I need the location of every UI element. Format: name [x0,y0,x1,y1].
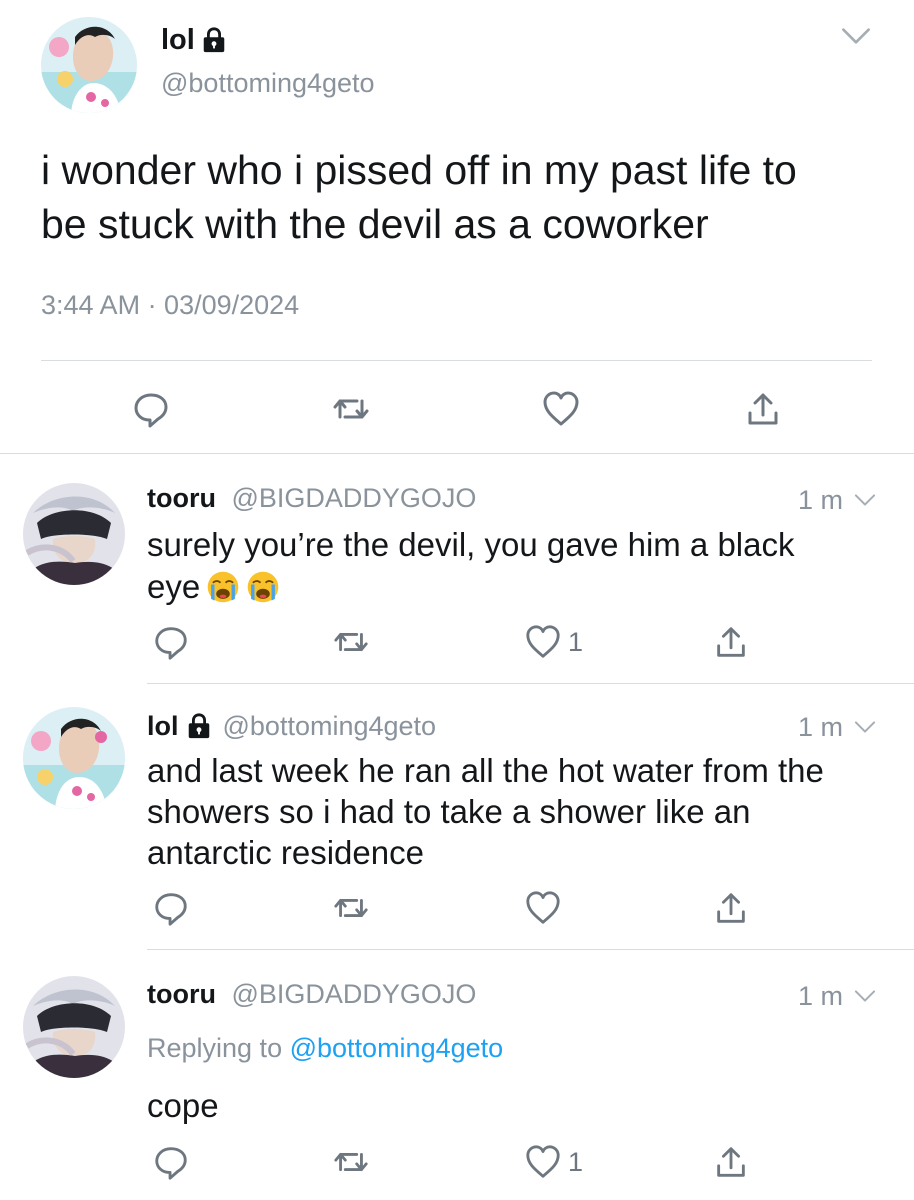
chevron-down-icon[interactable] [850,983,880,1009]
reply-icon[interactable] [131,389,171,429]
display-name[interactable]: lol [161,24,195,57]
reply-time: 1 m [798,712,844,742]
like-count: 1 [568,1146,584,1177]
share-icon[interactable] [712,623,750,661]
loudly-crying-face-icon [206,570,240,604]
reply-header: tooru @BIGDADDYGOJO [147,979,476,1010]
replying-to: Replying to @bottoming4geto [147,1033,503,1064]
reply-text-line: showers so i had to take a shower like a… [147,793,751,830]
handle[interactable]: @bottoming4geto [223,711,437,742]
like-count: 1 [568,626,584,657]
reply-time: 1 m [798,981,844,1011]
retweet-icon[interactable] [332,1143,370,1181]
reply-text-line-2: eye [147,566,795,608]
reply-text: cope [147,1087,219,1124]
avatar-reply[interactable] [23,976,125,1078]
display-name[interactable]: lol [147,711,179,742]
replying-to-link[interactable]: @bottoming4geto [290,1033,504,1063]
like-button[interactable]: 1 [524,1143,583,1181]
retweet-icon[interactable] [331,389,371,429]
avatar-reply[interactable] [23,483,125,585]
display-name-row: lol [161,22,228,58]
lock-icon [185,712,213,740]
reply-header: lol @bottoming4geto [147,708,436,744]
reply-text: and last week he ran all the hot water f… [147,750,824,873]
divider [41,360,872,361]
handle[interactable]: @BIGDADDYGOJO [232,979,477,1009]
reply-text-span: eye [147,568,201,605]
tweet-text-line: be stuck with the devil as a coworker [41,201,709,247]
reply-icon[interactable] [152,1143,190,1181]
retweet-icon[interactable] [332,623,370,661]
reply-header: tooru @BIGDADDYGOJO [147,483,476,514]
avatar-main-tweet[interactable] [41,17,137,113]
handle[interactable]: @BIGDADDYGOJO [232,483,477,513]
reply-time: 1 m [798,485,844,515]
reply-text-line: and last week he ran all the hot water f… [147,752,824,789]
display-name[interactable]: tooru [147,979,216,1009]
reply-text-line: surely you’re the devil, you gave him a … [147,526,795,563]
avatar-reply[interactable] [23,707,125,809]
share-icon[interactable] [712,1143,750,1181]
lock-icon [200,26,228,54]
divider [147,949,914,950]
like-icon[interactable] [524,1143,562,1181]
tweet-text: i wonder who i pissed off in my past lif… [41,143,797,251]
display-name[interactable]: tooru [147,483,216,513]
chevron-down-icon[interactable] [850,714,880,740]
reply-text: surely you’re the devil, you gave him a … [147,524,795,608]
reply-text-line: antarctic residence [147,834,424,871]
reply-icon[interactable] [152,623,190,661]
divider [147,683,914,684]
tweet-text-line: i wonder who i pissed off in my past lif… [41,147,797,193]
retweet-icon[interactable] [332,889,370,927]
like-button[interactable]: 1 [524,623,583,661]
timestamp[interactable]: 3:44 AM · 03/09/2024 [41,290,299,321]
like-icon[interactable] [524,889,562,927]
share-icon[interactable] [712,889,750,927]
loudly-crying-face-icon [246,570,280,604]
replying-to-label: Replying to [147,1033,283,1063]
divider [0,453,914,454]
reply-icon[interactable] [152,889,190,927]
like-icon[interactable] [541,389,581,429]
chevron-down-icon[interactable] [850,487,880,513]
handle[interactable]: @bottoming4geto [161,68,375,99]
chevron-down-icon[interactable] [836,18,876,54]
share-icon[interactable] [743,389,783,429]
like-icon[interactable] [524,623,562,661]
